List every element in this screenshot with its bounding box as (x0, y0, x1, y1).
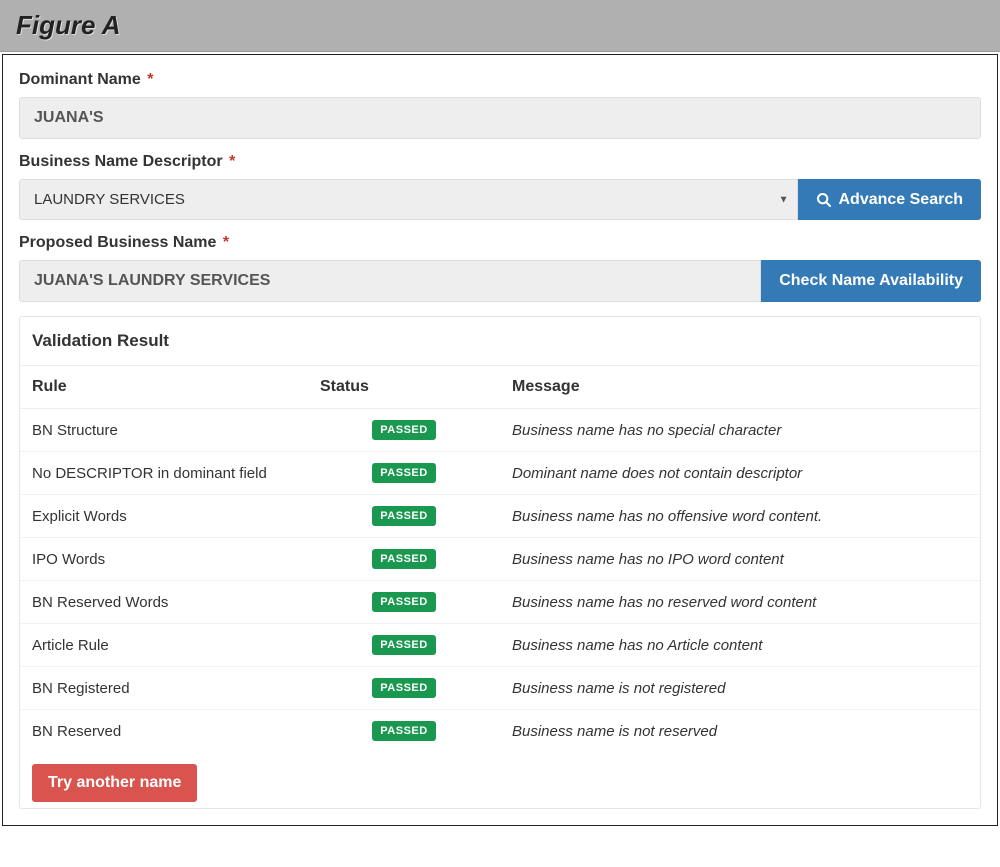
rule-cell: No DESCRIPTOR in dominant field (20, 452, 308, 495)
rule-cell: Article Rule (20, 624, 308, 667)
validation-result-title: Validation Result (20, 317, 980, 366)
check-availability-label: Check Name Availability (779, 272, 963, 290)
status-cell: PASSED (308, 538, 500, 581)
descriptor-label-text: Business Name Descriptor (19, 153, 223, 170)
status-cell: PASSED (308, 581, 500, 624)
proposed-name-group: Proposed Business Name * JUANA'S LAUNDRY… (19, 234, 981, 302)
validation-footer: Try another name (20, 752, 980, 808)
validation-table: Rule Status Message BN Structure PASSED Bu… (20, 366, 980, 752)
status-cell: PASSED (308, 452, 500, 495)
status-badge: PASSED (372, 549, 435, 569)
validation-header-row: Rule Status Message (20, 366, 980, 409)
status-badge: PASSED (372, 635, 435, 655)
required-mark: * (147, 71, 153, 88)
descriptor-label: Business Name Descriptor * (19, 153, 981, 171)
form-panel: Dominant Name * Business Name Descriptor… (2, 54, 998, 826)
table-row: BN Registered PASSED Business name is not … (20, 667, 980, 710)
rule-cell: BN Reserved Words (20, 581, 308, 624)
descriptor-select-wrap: LAUNDRY SERVICES ▼ (19, 179, 798, 220)
status-badge: PASSED (372, 721, 435, 741)
message-cell: Business name has no reserved word conte… (500, 581, 980, 624)
check-availability-button[interactable]: Check Name Availability (761, 260, 981, 302)
table-row: BN Reserved PASSED Business name is not re… (20, 710, 980, 753)
status-cell: PASSED (308, 710, 500, 753)
status-cell: PASSED (308, 409, 500, 452)
status-cell: PASSED (308, 667, 500, 710)
rule-cell: BN Registered (20, 667, 308, 710)
advance-search-label: Advance Search (838, 191, 963, 209)
dominant-name-input[interactable] (19, 97, 981, 139)
status-cell: PASSED (308, 624, 500, 667)
col-header-rule: Rule (20, 366, 308, 409)
rule-cell: Explicit Words (20, 495, 308, 538)
status-badge: PASSED (372, 506, 435, 526)
status-badge: PASSED (372, 463, 435, 483)
status-cell: PASSED (308, 495, 500, 538)
descriptor-group: Business Name Descriptor * LAUNDRY SERVI… (19, 153, 981, 220)
message-cell: Business name is not registered (500, 667, 980, 710)
required-mark: * (229, 153, 235, 170)
required-mark: * (223, 234, 229, 251)
rule-cell: IPO Words (20, 538, 308, 581)
rule-cell: BN Structure (20, 409, 308, 452)
search-icon (816, 192, 832, 208)
dominant-name-group: Dominant Name * (19, 71, 981, 139)
advance-search-button[interactable]: Advance Search (798, 179, 981, 220)
status-badge: PASSED (372, 420, 435, 440)
try-another-name-button[interactable]: Try another name (32, 764, 197, 802)
message-cell: Business name is not reserved (500, 710, 980, 753)
table-row: No DESCRIPTOR in dominant field PASSED Dom… (20, 452, 980, 495)
status-badge: PASSED (372, 678, 435, 698)
table-row: IPO Words PASSED Business name has no IPO … (20, 538, 980, 581)
message-cell: Business name has no special character (500, 409, 980, 452)
col-header-status: Status (308, 366, 500, 409)
status-badge: PASSED (372, 592, 435, 612)
validation-result-card: Validation Result Rule Status Message BN… (19, 316, 981, 809)
table-row: Explicit Words PASSED Business name has no… (20, 495, 980, 538)
figure-header: Figure A (0, 0, 1000, 52)
message-cell: Business name has no Article content (500, 624, 980, 667)
proposed-name-label-text: Proposed Business Name (19, 234, 216, 251)
descriptor-select[interactable]: LAUNDRY SERVICES (19, 179, 798, 220)
message-cell: Dominant name does not contain descripto… (500, 452, 980, 495)
message-cell: Business name has no IPO word content (500, 538, 980, 581)
figure-title: Figure A (16, 10, 120, 40)
dominant-name-label: Dominant Name * (19, 71, 981, 89)
proposed-name-label: Proposed Business Name * (19, 234, 981, 252)
dominant-name-label-text: Dominant Name (19, 71, 141, 88)
message-cell: Business name has no offensive word cont… (500, 495, 980, 538)
table-row: BN Reserved Words PASSED Business name has… (20, 581, 980, 624)
table-row: BN Structure PASSED Business name has no s… (20, 409, 980, 452)
col-header-message: Message (500, 366, 980, 409)
table-row: Article Rule PASSED Business name has no A… (20, 624, 980, 667)
try-another-name-label: Try another name (48, 774, 181, 792)
rule-cell: BN Reserved (20, 710, 308, 753)
proposed-name-input[interactable]: JUANA'S LAUNDRY SERVICES (19, 260, 761, 302)
